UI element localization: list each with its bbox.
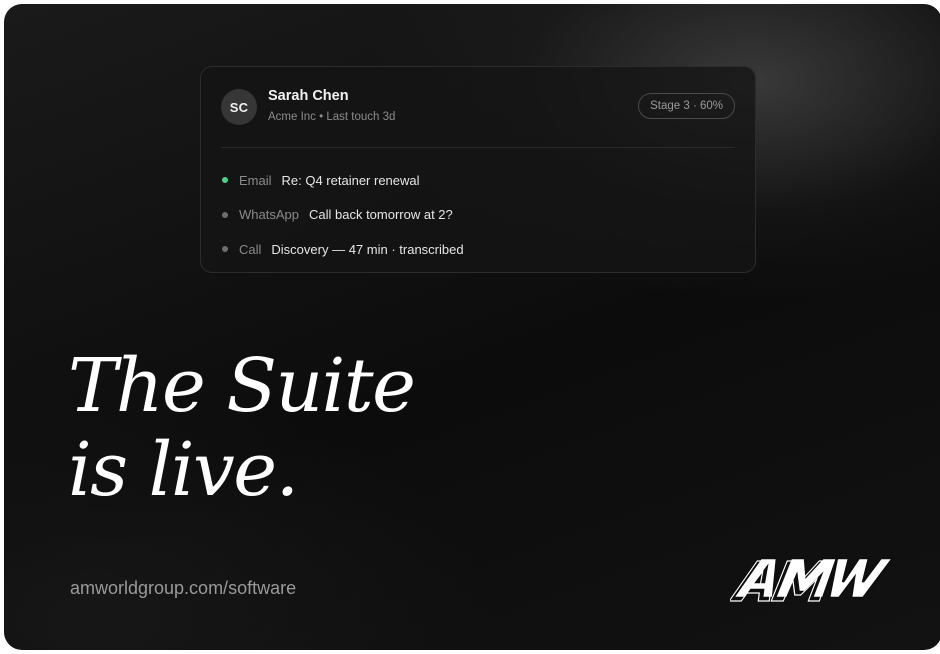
status-dot-icon [222,211,228,218]
contact-meta: Acme Inc • Last touch 3d [268,111,396,123]
status-dot-icon [222,177,228,184]
activity-item-email[interactable]: Email Re: Q4 retainer renewal [222,163,736,198]
activity-channel: WhatsApp [239,207,299,223]
activity-subject: Call back tomorrow at 2? [308,207,453,223]
activity-subject: Discovery — 47 min · transcribed [271,241,464,257]
amw-logo-icon [730,556,896,602]
activity-item-whatsapp[interactable]: WhatsApp Call back tomorrow at 2? [222,198,736,233]
headline: The Suite is live. [68,343,416,513]
activity-subject: Re: Q4 retainer renewal [281,172,420,188]
promo-banner: SC Sarah Chen Acme Inc • Last touch 3d S… [4,4,940,650]
activity-item-call[interactable]: Call Discovery — 47 min · transcribed [222,232,736,267]
card-divider [221,147,735,148]
site-url[interactable]: amworldgroup.com/software [70,578,296,599]
avatar: SC [221,89,257,125]
headline-line-1: The Suite [68,343,416,429]
headline-line-2: is live. [68,427,299,513]
status-dot-icon [222,246,228,253]
stage-badge: Stage 3 · 60% [638,93,735,119]
activity-channel: Email [239,172,272,188]
contact-name: Sarah Chen [268,88,349,104]
contact-header: SC Sarah Chen Acme Inc • Last touch 3d S… [221,87,735,131]
activity-list: Email Re: Q4 retainer renewal WhatsApp C… [222,163,736,267]
activity-channel: Call [239,241,262,257]
contact-card[interactable]: SC Sarah Chen Acme Inc • Last touch 3d S… [200,66,756,273]
